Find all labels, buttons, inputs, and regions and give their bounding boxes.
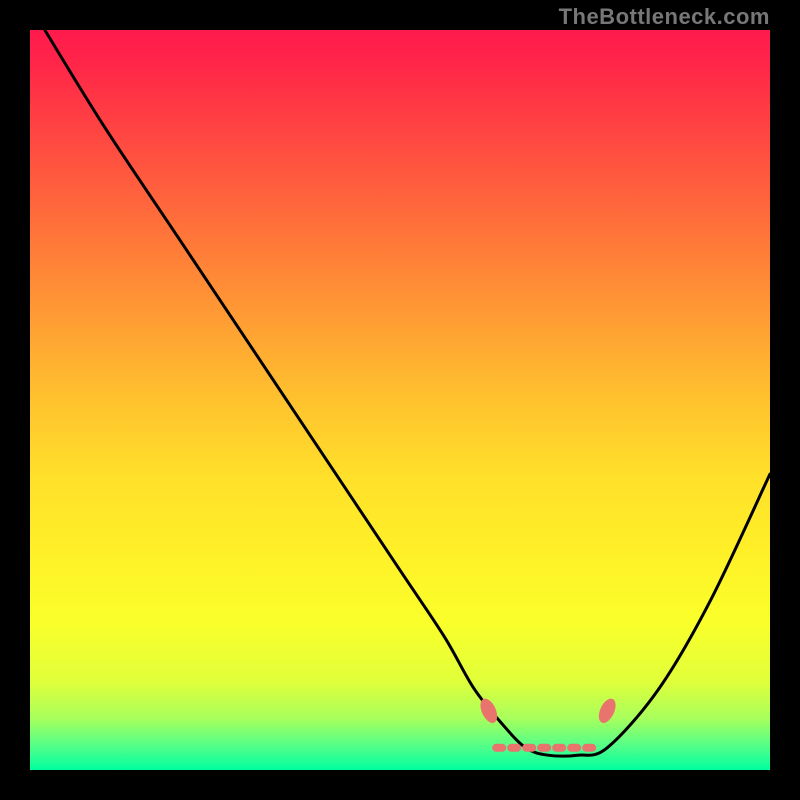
curve-svg <box>30 30 770 770</box>
chart-canvas: TheBottleneck.com <box>0 0 800 800</box>
right-cap-marker <box>595 696 619 725</box>
plot-area <box>30 30 770 770</box>
bottleneck-curve <box>45 30 770 756</box>
left-cap-marker <box>477 696 501 725</box>
watermark-text: TheBottleneck.com <box>559 4 770 30</box>
